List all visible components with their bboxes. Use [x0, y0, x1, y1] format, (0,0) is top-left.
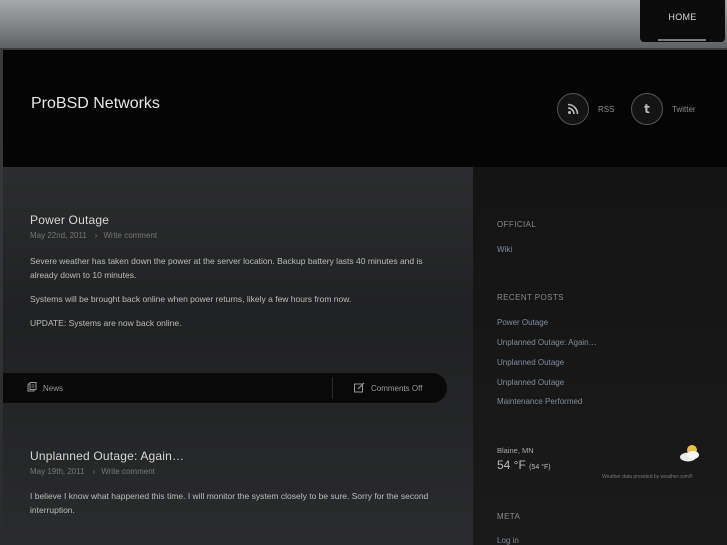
recent-post-link[interactable]: Maintenance Performed: [497, 397, 582, 406]
post-meta: May 22nd, 2011 › Write comment: [30, 231, 158, 240]
weather-temperature: 54 °F (54 °F): [497, 458, 551, 472]
post-title[interactable]: Unplanned Outage: Again…: [30, 449, 184, 463]
post-date: May 22nd, 2011: [30, 231, 87, 240]
post-meta: May 19th, 2011 › Write comment: [30, 467, 155, 476]
post-body: Severe weather has taken down the power …: [30, 254, 440, 340]
weather-temp-small: (54 °F): [529, 464, 551, 471]
page-wrapper: ProBSD Networks RSS t Twitter Power Outa…: [3, 50, 727, 545]
rss-icon[interactable]: [557, 93, 589, 125]
twitter-icon[interactable]: t: [631, 93, 663, 125]
partly-cloudy-icon: [678, 443, 702, 468]
write-comment-link[interactable]: Write comment: [101, 467, 155, 476]
recent-post-link[interactable]: Unplanned Outage: [497, 378, 564, 387]
post-paragraph: UPDATE: Systems are now back online.: [30, 318, 182, 328]
comments-status: Comments Off: [371, 384, 423, 393]
nav-home-link[interactable]: HOME: [640, 12, 725, 22]
sidebar-link-login[interactable]: Log in: [497, 536, 519, 545]
main-content: Power Outage May 22nd, 2011 › Write commen…: [3, 167, 473, 545]
main-nav: HOME: [640, 0, 725, 42]
sidebar-heading-recent: RECENT POSTS: [497, 293, 564, 302]
twitter-link[interactable]: t Twitter: [631, 93, 696, 125]
top-bar: [0, 0, 727, 48]
sidebar-heading-meta: META: [497, 512, 521, 521]
write-comment-link[interactable]: Write comment: [103, 231, 157, 240]
post-title[interactable]: Power Outage: [30, 213, 109, 227]
twitter-label[interactable]: Twitter: [672, 105, 696, 114]
recent-post-link[interactable]: Unplanned Outage: [497, 358, 564, 367]
post-date: May 19th, 2011: [30, 467, 85, 476]
post-comments-status: Comments Off: [354, 382, 422, 395]
sidebar: OFFICIAL Wiki RECENT POSTS Power Outage …: [473, 167, 727, 545]
weather-credit[interactable]: Weather data provided by weather.com®: [602, 474, 693, 480]
site-title[interactable]: ProBSD Networks: [31, 95, 160, 113]
recent-post-link[interactable]: Unplanned Outage: Again…: [497, 338, 597, 347]
rss-link[interactable]: RSS: [557, 93, 614, 125]
category-link[interactable]: News: [43, 384, 63, 393]
comment-edit-icon: [354, 382, 365, 395]
post-footer-bar: News Comments Off: [3, 373, 447, 403]
twitter-glyph: t: [644, 102, 650, 116]
post-paragraph: I believe I know what happened this time…: [30, 491, 429, 515]
post-paragraph: Severe weather has taken down the power …: [30, 256, 423, 280]
nav-active-indicator: [658, 39, 706, 41]
post-body: I believe I know what happened this time…: [30, 489, 440, 527]
sidebar-link-wiki[interactable]: Wiki: [497, 245, 512, 254]
weather-location: Blaine, MN: [497, 446, 534, 455]
site-header: ProBSD Networks RSS t Twitter: [3, 50, 727, 167]
post-paragraph: Systems will be brought back online when…: [30, 294, 352, 304]
category-icon: [27, 382, 37, 394]
weather-temp-value: 54 °F: [497, 458, 526, 472]
sidebar-heading-official: OFFICIAL: [497, 220, 537, 229]
post-category[interactable]: News: [27, 382, 63, 394]
recent-post-link[interactable]: Power Outage: [497, 318, 548, 327]
footer-divider: [332, 377, 333, 399]
rss-label[interactable]: RSS: [598, 105, 614, 114]
